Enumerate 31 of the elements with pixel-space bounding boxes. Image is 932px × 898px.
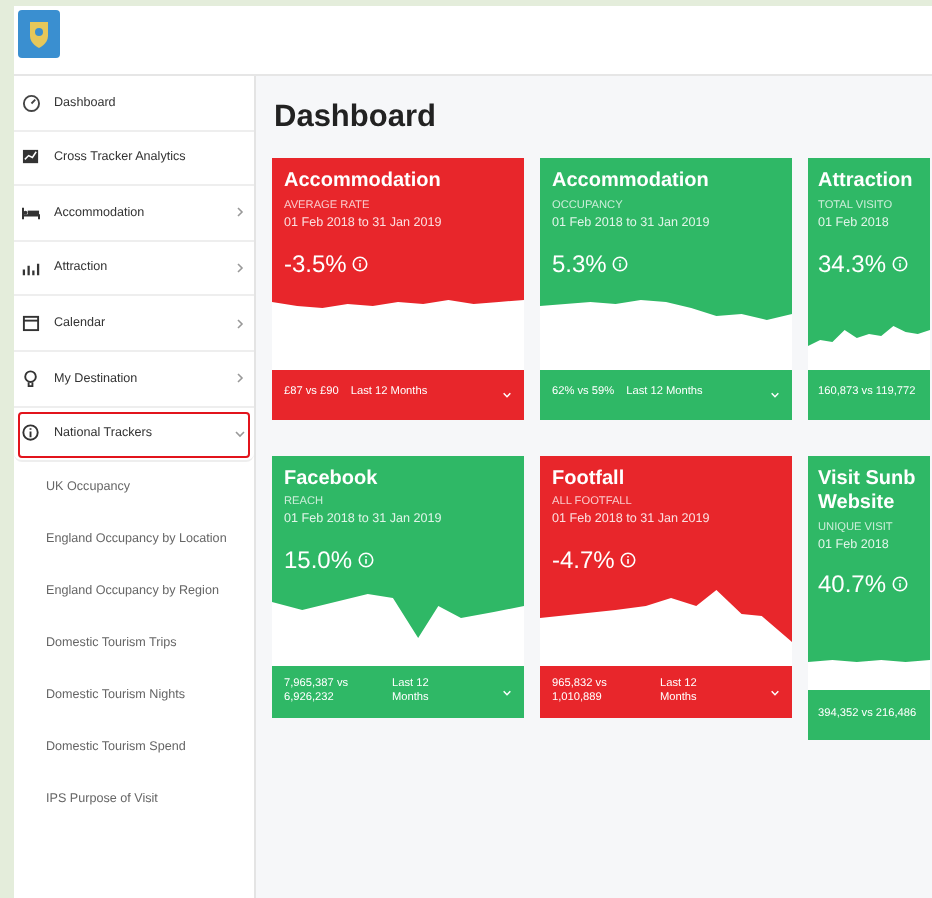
card-title: Visit Sunb Website <box>818 467 918 518</box>
metric-value: 5.3% <box>552 247 607 282</box>
card-title: Facebook <box>284 467 380 493</box>
card-title: Attraction <box>818 170 915 196</box>
info-icon[interactable] <box>620 551 637 568</box>
bar-chart-icon <box>22 259 40 278</box>
card-title: Accommodation <box>552 170 711 196</box>
metric-value: -3.5% <box>284 247 347 282</box>
page-title: Dashboard <box>274 98 438 138</box>
lightbulb-icon <box>22 369 40 388</box>
metric-value: -4.7% <box>552 543 615 578</box>
info-icon <box>22 424 40 443</box>
bed-icon <box>22 203 40 222</box>
calendar-icon <box>22 314 40 333</box>
info-icon[interactable] <box>892 576 909 593</box>
info-icon[interactable] <box>892 255 909 272</box>
info-icon[interactable] <box>352 255 369 272</box>
caret-icon <box>770 687 780 698</box>
caret-icon <box>502 389 512 400</box>
caret-icon <box>502 687 512 698</box>
card-title: Footfall <box>552 467 627 493</box>
gauge-icon <box>22 93 40 112</box>
chart-icon <box>22 148 40 167</box>
card-title: Accommodation <box>284 170 443 196</box>
caret-icon <box>770 389 780 400</box>
metric-value: 34.3% <box>818 247 887 282</box>
metric-value: 40.7% <box>818 568 887 603</box>
logo-icon <box>18 10 60 58</box>
info-icon[interactable] <box>612 255 629 272</box>
metric-value: 15.0% <box>284 543 353 578</box>
info-icon[interactable] <box>358 551 375 568</box>
